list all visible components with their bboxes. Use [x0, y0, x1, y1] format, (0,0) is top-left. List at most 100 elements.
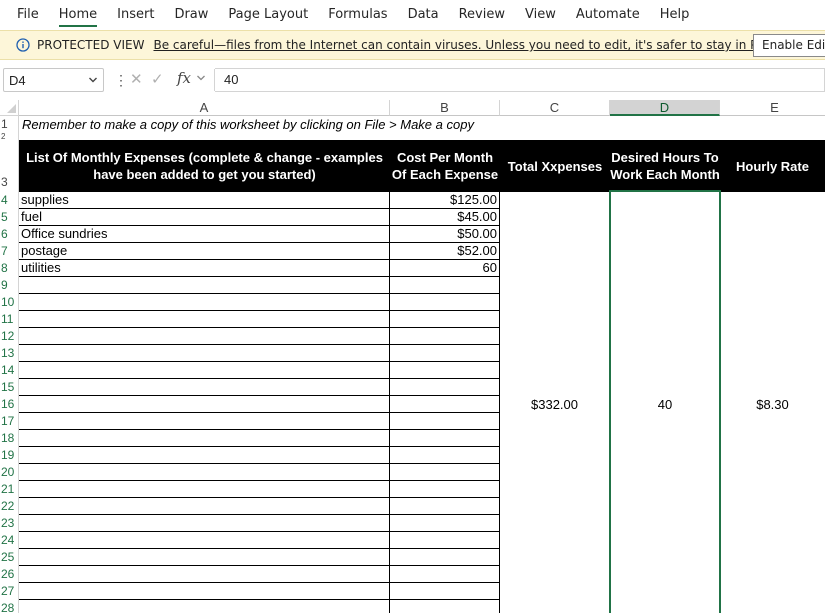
column-header-b[interactable]: B [390, 100, 500, 116]
empty-cost-cell[interactable] [390, 379, 500, 396]
total-expenses-value[interactable]: $332.00 [500, 192, 610, 613]
row-header-19[interactable]: 19 [0, 447, 19, 464]
select-all-corner[interactable] [0, 100, 19, 116]
expense-cost[interactable]: $50.00 [390, 226, 500, 243]
row-header-5[interactable]: 5 [0, 209, 19, 226]
empty-expense-cell[interactable] [19, 413, 390, 430]
name-box[interactable]: D4 [3, 68, 104, 92]
empty-cost-cell[interactable] [390, 311, 500, 328]
hourly-rate-value[interactable]: $8.30 [720, 192, 825, 613]
empty-cost-cell[interactable] [390, 413, 500, 430]
empty-expense-cell[interactable] [19, 515, 390, 532]
empty-expense-cell[interactable] [19, 345, 390, 362]
row-header-27[interactable]: 27 [0, 583, 19, 600]
header-expenses-list[interactable]: List Of Monthly Expenses (complete & cha… [19, 140, 390, 192]
expense-cost[interactable]: 60 [390, 260, 500, 277]
empty-expense-cell[interactable] [19, 328, 390, 345]
empty-cost-cell[interactable] [390, 600, 500, 613]
empty-expense-cell[interactable] [19, 447, 390, 464]
expense-cost[interactable]: $52.00 [390, 243, 500, 260]
row-header-3[interactable]: 3 [0, 140, 19, 192]
row-header-28[interactable]: 28 [0, 600, 19, 613]
row-header-7[interactable]: 7 [0, 243, 19, 260]
row-header-13[interactable]: 13 [0, 345, 19, 362]
row-header-1[interactable]: 1 [0, 116, 19, 133]
row-header-15[interactable]: 15 [0, 379, 19, 396]
empty-expense-cell[interactable] [19, 549, 390, 566]
row-header-23[interactable]: 23 [0, 515, 19, 532]
empty-cost-cell[interactable] [390, 294, 500, 311]
row-header-22[interactable]: 22 [0, 498, 19, 515]
empty-expense-cell[interactable] [19, 583, 390, 600]
empty-expense-cell[interactable] [19, 294, 390, 311]
expense-name[interactable]: supplies [19, 192, 390, 209]
row-header-9[interactable]: 9 [0, 277, 19, 294]
desired-hours-value[interactable]: 40 [610, 192, 720, 613]
row-header-6[interactable]: 6 [0, 226, 19, 243]
row-header-24[interactable]: 24 [0, 532, 19, 549]
menu-help[interactable]: Help [650, 0, 700, 30]
row-header-10[interactable]: 10 [0, 294, 19, 311]
header-cost-per-month[interactable]: Cost Per Month Of Each Expense [390, 140, 500, 192]
empty-cost-cell[interactable] [390, 464, 500, 481]
menu-draw[interactable]: Draw [164, 0, 218, 30]
empty-cost-cell[interactable] [390, 328, 500, 345]
row-header-11[interactable]: 11 [0, 311, 19, 328]
column-header-c[interactable]: C [500, 100, 610, 116]
menu-data[interactable]: Data [398, 0, 449, 30]
row-header-8[interactable]: 8 [0, 260, 19, 277]
menu-file[interactable]: File [0, 0, 49, 30]
expense-name[interactable]: fuel [19, 209, 390, 226]
empty-cost-cell[interactable] [390, 549, 500, 566]
empty-cost-cell[interactable] [390, 498, 500, 515]
empty-expense-cell[interactable] [19, 566, 390, 583]
empty-expense-cell[interactable] [19, 498, 390, 515]
cancel-icon[interactable]: ✕ [130, 70, 143, 88]
menu-formulas[interactable]: Formulas [318, 0, 397, 30]
empty-cost-cell[interactable] [390, 277, 500, 294]
empty-expense-cell[interactable] [19, 430, 390, 447]
expense-name[interactable]: postage [19, 243, 390, 260]
row-header-12[interactable]: 12 [0, 328, 19, 345]
empty-cost-cell[interactable] [390, 362, 500, 379]
empty-cost-cell[interactable] [390, 447, 500, 464]
insert-function-icon[interactable]: fx [177, 69, 191, 87]
row-header-20[interactable]: 20 [0, 464, 19, 481]
row-header-21[interactable]: 21 [0, 481, 19, 498]
row-header-16[interactable]: 16 [0, 396, 19, 413]
empty-cost-cell[interactable] [390, 583, 500, 600]
empty-cost-cell[interactable] [390, 481, 500, 498]
column-header-e[interactable]: E [720, 100, 825, 116]
worksheet-note[interactable]: Remember to make a copy of this workshee… [19, 116, 619, 133]
empty-expense-cell[interactable] [19, 532, 390, 549]
row-header-26[interactable]: 26 [0, 566, 19, 583]
menu-view[interactable]: View [515, 0, 566, 30]
empty-expense-cell[interactable] [19, 481, 390, 498]
expense-name[interactable]: Office sundries [19, 226, 390, 243]
enable-editing-button[interactable]: Enable Editing [753, 34, 825, 57]
enter-icon[interactable]: ✓ [151, 70, 164, 88]
protected-view-message[interactable]: Be careful—files from the Internet can c… [153, 38, 825, 52]
menu-review[interactable]: Review [449, 0, 515, 30]
empty-cost-cell[interactable] [390, 396, 500, 413]
empty-expense-cell[interactable] [19, 277, 390, 294]
column-header-d[interactable]: D [610, 100, 720, 116]
empty-expense-cell[interactable] [19, 311, 390, 328]
row-header-2[interactable]: 2 [0, 133, 19, 140]
column-header-a[interactable]: A [19, 100, 390, 116]
expense-cost[interactable]: $45.00 [390, 209, 500, 226]
empty-cost-cell[interactable] [390, 532, 500, 549]
empty-expense-cell[interactable] [19, 396, 390, 413]
row-header-14[interactable]: 14 [0, 362, 19, 379]
row-header-18[interactable]: 18 [0, 430, 19, 447]
chevron-down-icon[interactable] [196, 71, 206, 86]
empty-cost-cell[interactable] [390, 345, 500, 362]
header-hourly-rate[interactable]: Hourly Rate [720, 140, 825, 192]
row-header-17[interactable]: 17 [0, 413, 19, 430]
menu-page-layout[interactable]: Page Layout [218, 0, 318, 30]
empty-expense-cell[interactable] [19, 600, 390, 613]
empty-cost-cell[interactable] [390, 515, 500, 532]
empty-cost-cell[interactable] [390, 430, 500, 447]
menu-home[interactable]: Home [49, 0, 107, 30]
expense-cost[interactable]: $125.00 [390, 192, 500, 209]
